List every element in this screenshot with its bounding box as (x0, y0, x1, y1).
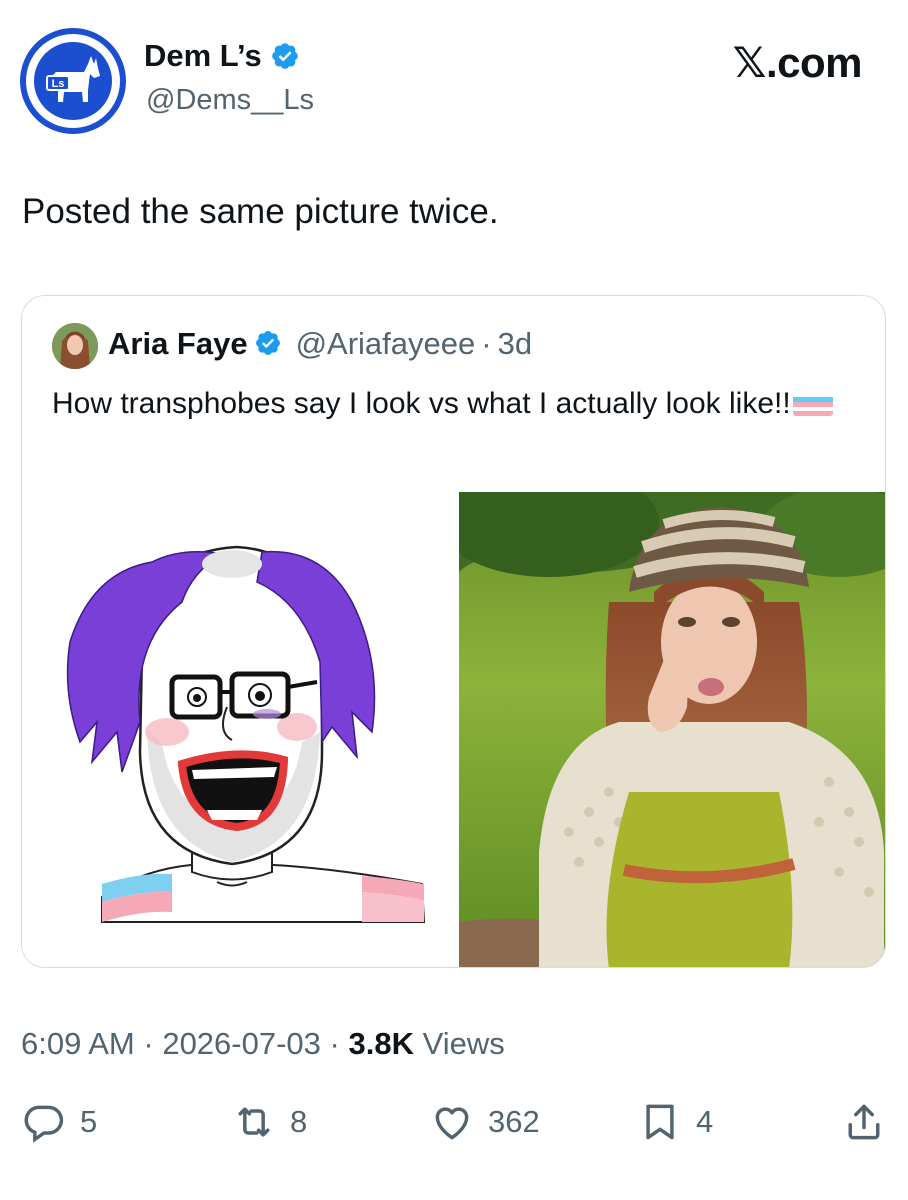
author-name-row[interactable]: Dem L’s (144, 38, 300, 74)
tweet-time[interactable]: 6:09 AM (21, 1026, 135, 1061)
author-display-name[interactable]: Dem L’s (144, 38, 262, 74)
like-count: 362 (488, 1104, 540, 1139)
verified-badge-icon (270, 41, 300, 71)
bookmark-count: 4 (696, 1104, 714, 1139)
tweet-text: Posted the same picture twice. (22, 192, 499, 231)
bookmark-icon (646, 1104, 674, 1140)
quoted-timestamp[interactable]: 3d (498, 326, 532, 362)
quoted-tweet-text: How transphobes say I look vs what I act… (52, 387, 791, 420)
author-avatar[interactable]: Ls (20, 28, 126, 134)
quoted-image-photo[interactable] (459, 492, 885, 967)
separator-dot: · (329, 1026, 340, 1061)
donkey-logo-icon: Ls (34, 42, 112, 120)
avatar-text: Ls (52, 78, 65, 90)
reply-button[interactable]: 5 (22, 1100, 97, 1144)
repost-count: 8 (290, 1104, 308, 1139)
tweet-meta: 6:09 AM · 2026-07-03 · 3.8K Views (21, 1026, 505, 1062)
bookmark-button[interactable]: 4 (638, 1100, 713, 1144)
tweet-date[interactable]: 2026-07-03 (162, 1026, 321, 1061)
repost-icon (238, 1107, 270, 1137)
quoted-tweet-card[interactable]: Aria Faye @Ariafayeee · 3d How transphob… (21, 295, 886, 968)
share-icon (848, 1104, 880, 1140)
quoted-author-avatar[interactable] (52, 323, 98, 369)
quoted-image-cartoon[interactable] (22, 492, 458, 967)
views-label: Views (422, 1026, 505, 1061)
repost-button[interactable]: 8 (232, 1100, 307, 1144)
quoted-tweet-header: Aria Faye @Ariafayeee · 3d (108, 326, 532, 362)
quoted-tweet-text-block: How transphobes say I look vs what I act… (52, 384, 867, 424)
transgender-flag-icon (792, 392, 833, 416)
heart-icon (435, 1107, 469, 1140)
site-logo: 𝕏.com (732, 39, 863, 86)
quoted-display-name[interactable]: Aria Faye (108, 326, 248, 362)
reply-icon (24, 1105, 64, 1143)
views-count: 3.8K (348, 1026, 414, 1061)
author-handle[interactable]: @Dems__Ls (146, 84, 314, 117)
separator-dot: · (143, 1026, 154, 1061)
share-button[interactable] (842, 1100, 886, 1144)
like-button[interactable]: 362 (430, 1100, 540, 1144)
separator-dot: · (481, 326, 492, 361)
reply-count: 5 (80, 1104, 98, 1139)
verified-badge-icon (254, 329, 284, 359)
quoted-handle[interactable]: @Ariafayeee (296, 326, 476, 362)
